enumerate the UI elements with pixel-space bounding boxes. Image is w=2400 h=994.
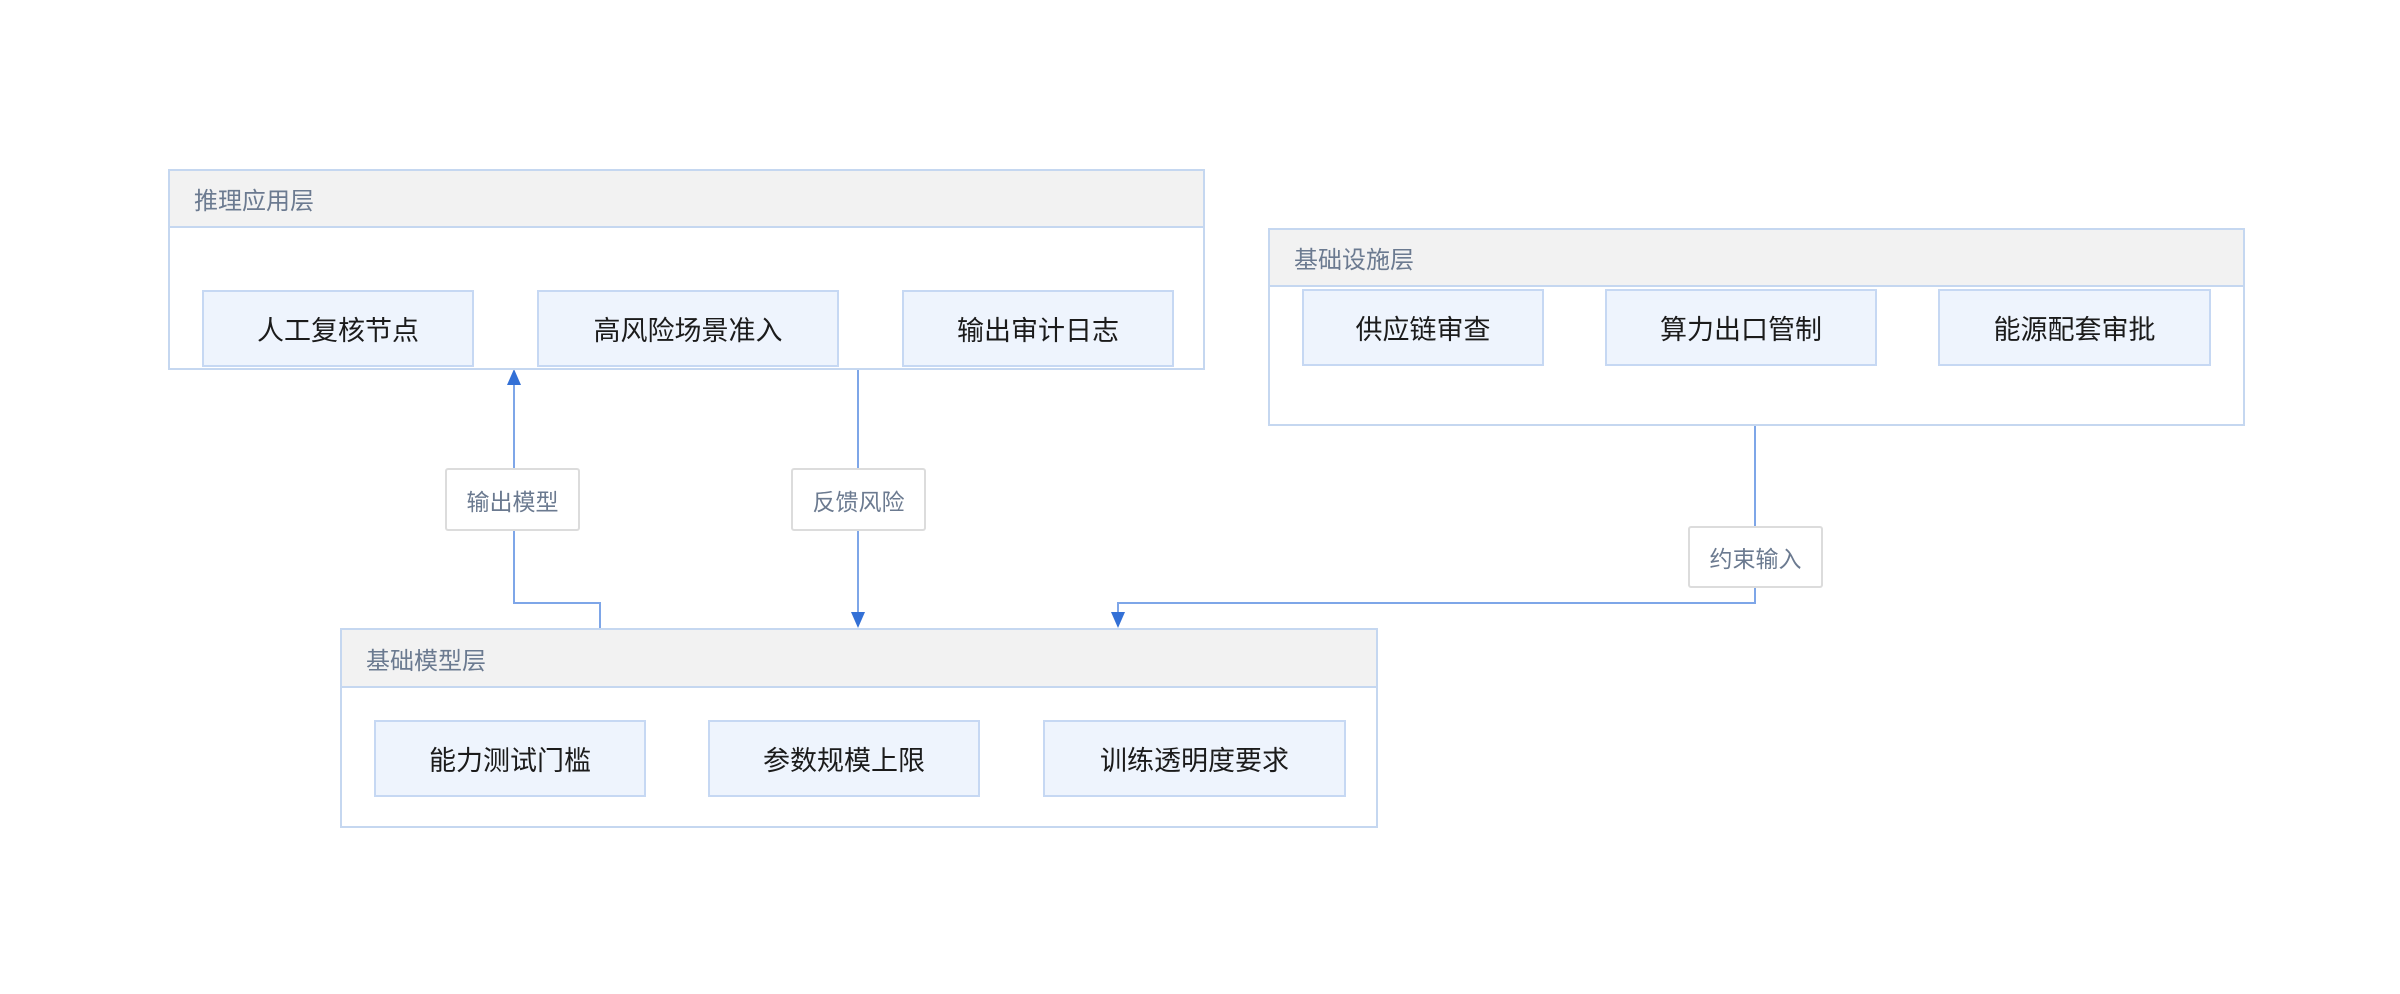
node-training-transparency: 训练透明度要求 (1043, 720, 1346, 797)
node-high-risk-access: 高风险场景准入 (537, 290, 839, 367)
group-infrastructure-header: 基础设施层 (1270, 230, 2243, 287)
group-foundation-title: 基础模型层 (366, 647, 486, 675)
node-human-review: 人工复核节点 (202, 290, 474, 367)
node-compute-export-control: 算力出口管制 (1605, 289, 1877, 366)
diagram-canvas: 推理应用层 人工复核节点 高风险场景准入 输出审计日志 基础设施层 供应链审查 … (0, 0, 2400, 994)
edge-output-model-arrowhead (507, 369, 521, 385)
node-supply-chain-review: 供应链审查 (1302, 289, 1544, 366)
edge-label-feedback-risk: 反馈风险 (791, 468, 926, 531)
edge-feedback-risk-arrowhead (851, 612, 865, 628)
edge-constraint-input-arrowhead (1111, 612, 1125, 628)
group-foundation-header: 基础模型层 (342, 630, 1376, 688)
edge-label-output-model: 输出模型 (445, 468, 580, 531)
group-infrastructure-title: 基础设施层 (1294, 247, 1414, 274)
group-inference-title: 推理应用层 (194, 188, 314, 215)
group-inference-layer: 推理应用层 人工复核节点 高风险场景准入 输出审计日志 (168, 169, 1205, 370)
group-foundation-layer: 基础模型层 能力测试门槛 参数规模上限 训练透明度要求 (340, 628, 1378, 828)
edge-label-constraint-input: 约束输入 (1688, 526, 1823, 588)
node-capability-test-threshold: 能力测试门槛 (374, 720, 646, 797)
node-output-audit-log: 输出审计日志 (902, 290, 1174, 367)
node-energy-approval: 能源配套审批 (1938, 289, 2211, 366)
edge-constraint-input-line (1117, 426, 1756, 612)
node-parameter-scale-limit: 参数规模上限 (708, 720, 980, 797)
edges-layer (507, 369, 1756, 628)
group-infrastructure-layer: 基础设施层 供应链审查 算力出口管制 能源配套审批 (1268, 228, 2245, 426)
group-inference-header: 推理应用层 (170, 171, 1203, 228)
